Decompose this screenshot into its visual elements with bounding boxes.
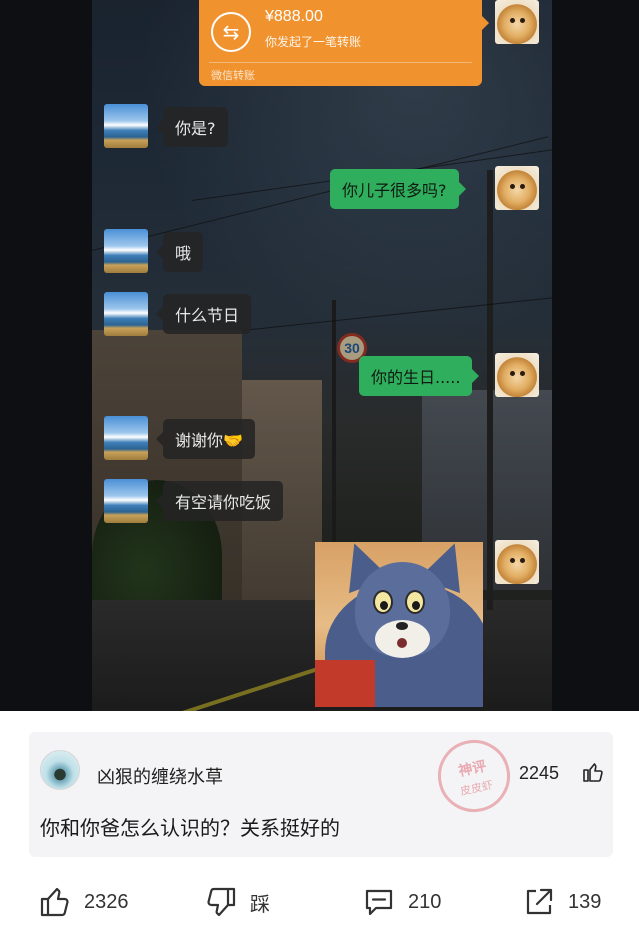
sticker-part (396, 622, 408, 630)
commenter-avatar[interactable] (40, 750, 80, 790)
divider (209, 62, 472, 63)
god-comment-stamp: 神评 皮皮虾 (431, 733, 517, 819)
sticker-part (380, 601, 388, 610)
receiver-avatar (104, 292, 148, 336)
receiver-avatar (104, 479, 148, 523)
chat-bubble-sent: 你的生日..... (359, 356, 480, 396)
receiver-avatar (104, 229, 148, 273)
sender-avatar (495, 166, 539, 210)
transfer-description: 你发起了一笔转账 (265, 35, 362, 49)
thumbs-up-icon[interactable] (581, 760, 605, 784)
share-icon (526, 888, 553, 915)
share-count: 139 (568, 890, 602, 913)
share-button[interactable]: 139 (522, 880, 601, 924)
video-player[interactable]: 30 ⇆ ¥888.00 你发起了一笔转账 微信转账 你是? 你儿子很多吗? 哦… (0, 0, 639, 711)
receiver-avatar (104, 416, 148, 460)
receiver-avatar (104, 104, 148, 148)
sender-avatar (495, 0, 539, 44)
sticker-part (397, 638, 407, 648)
chat-bubble-received: 什么节日 (155, 294, 252, 334)
comment-like-count: 2245 (519, 763, 560, 783)
dislike-label: 踩 (250, 891, 270, 916)
like-button[interactable]: 2326 (38, 880, 129, 924)
comment-button[interactable]: 210 (362, 880, 441, 924)
chat-bubble-sent: 你儿子很多吗? (330, 169, 465, 209)
transfer-arrows-icon: ⇆ (211, 12, 251, 52)
thumbs-down-icon (207, 887, 236, 917)
comment-count: 210 (408, 890, 442, 913)
sender-avatar (495, 540, 539, 584)
like-count: 2326 (84, 890, 129, 913)
transfer-footer: 微信转账 (211, 69, 255, 82)
dislike-button[interactable]: 踩 (204, 880, 270, 924)
comment-text: 你和你爸怎么认识的？关系挺好的 (40, 816, 340, 840)
thumbs-up-icon (40, 887, 69, 917)
tom-cat-sticker (315, 542, 483, 707)
chat-bubble-received: 你是? (156, 107, 228, 147)
sender-avatar (495, 353, 539, 397)
comment-bubble-icon (365, 889, 393, 916)
sticker-part (412, 601, 420, 610)
chat-bubble-received: 谢谢你🤝 (156, 419, 255, 459)
chat-bubble-received: 有空请你吃饭 (155, 481, 284, 521)
wechat-transfer-card: ⇆ ¥888.00 你发起了一笔转账 微信转账 (199, 0, 489, 86)
sticker-part (315, 660, 375, 707)
sticker-part (373, 590, 393, 614)
transfer-amount: ¥888.00 (265, 8, 323, 25)
commenter-name[interactable]: 凶狠的缠绕水草 (97, 763, 223, 789)
chat-bubble-received: 哦 (155, 232, 204, 272)
sticker-part (405, 590, 425, 614)
god-comment-card[interactable]: 凶狠的缠绕水草 神评 皮皮虾 2245 你和你爸怎么认识的？关系挺好的 (29, 732, 613, 857)
